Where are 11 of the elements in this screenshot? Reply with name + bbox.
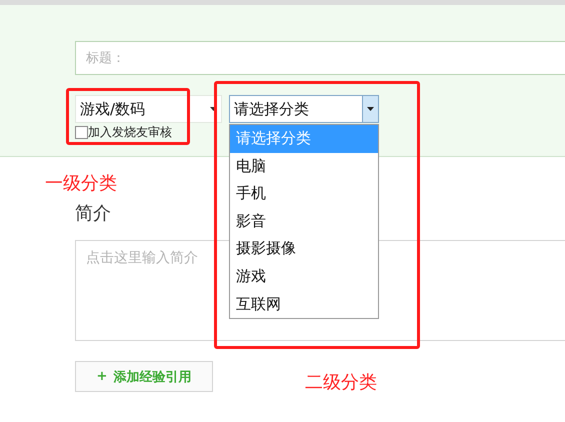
annotation-label: 二级分类: [305, 371, 377, 394]
summary-heading: 简介: [75, 202, 111, 225]
caret-icon: [210, 107, 217, 111]
caret-icon: [367, 107, 374, 111]
checkbox-label: 加入发烧友审核: [88, 124, 172, 140]
subcategory-select[interactable]: 请选择分类: [229, 95, 379, 123]
category-select[interactable]: 游戏/数码: [75, 95, 222, 123]
title-field[interactable]: 标题：: [75, 41, 565, 75]
review-checkbox[interactable]: [75, 126, 88, 138]
dropdown-button[interactable]: [362, 96, 378, 122]
annotation-label: 一级分类: [45, 172, 117, 195]
